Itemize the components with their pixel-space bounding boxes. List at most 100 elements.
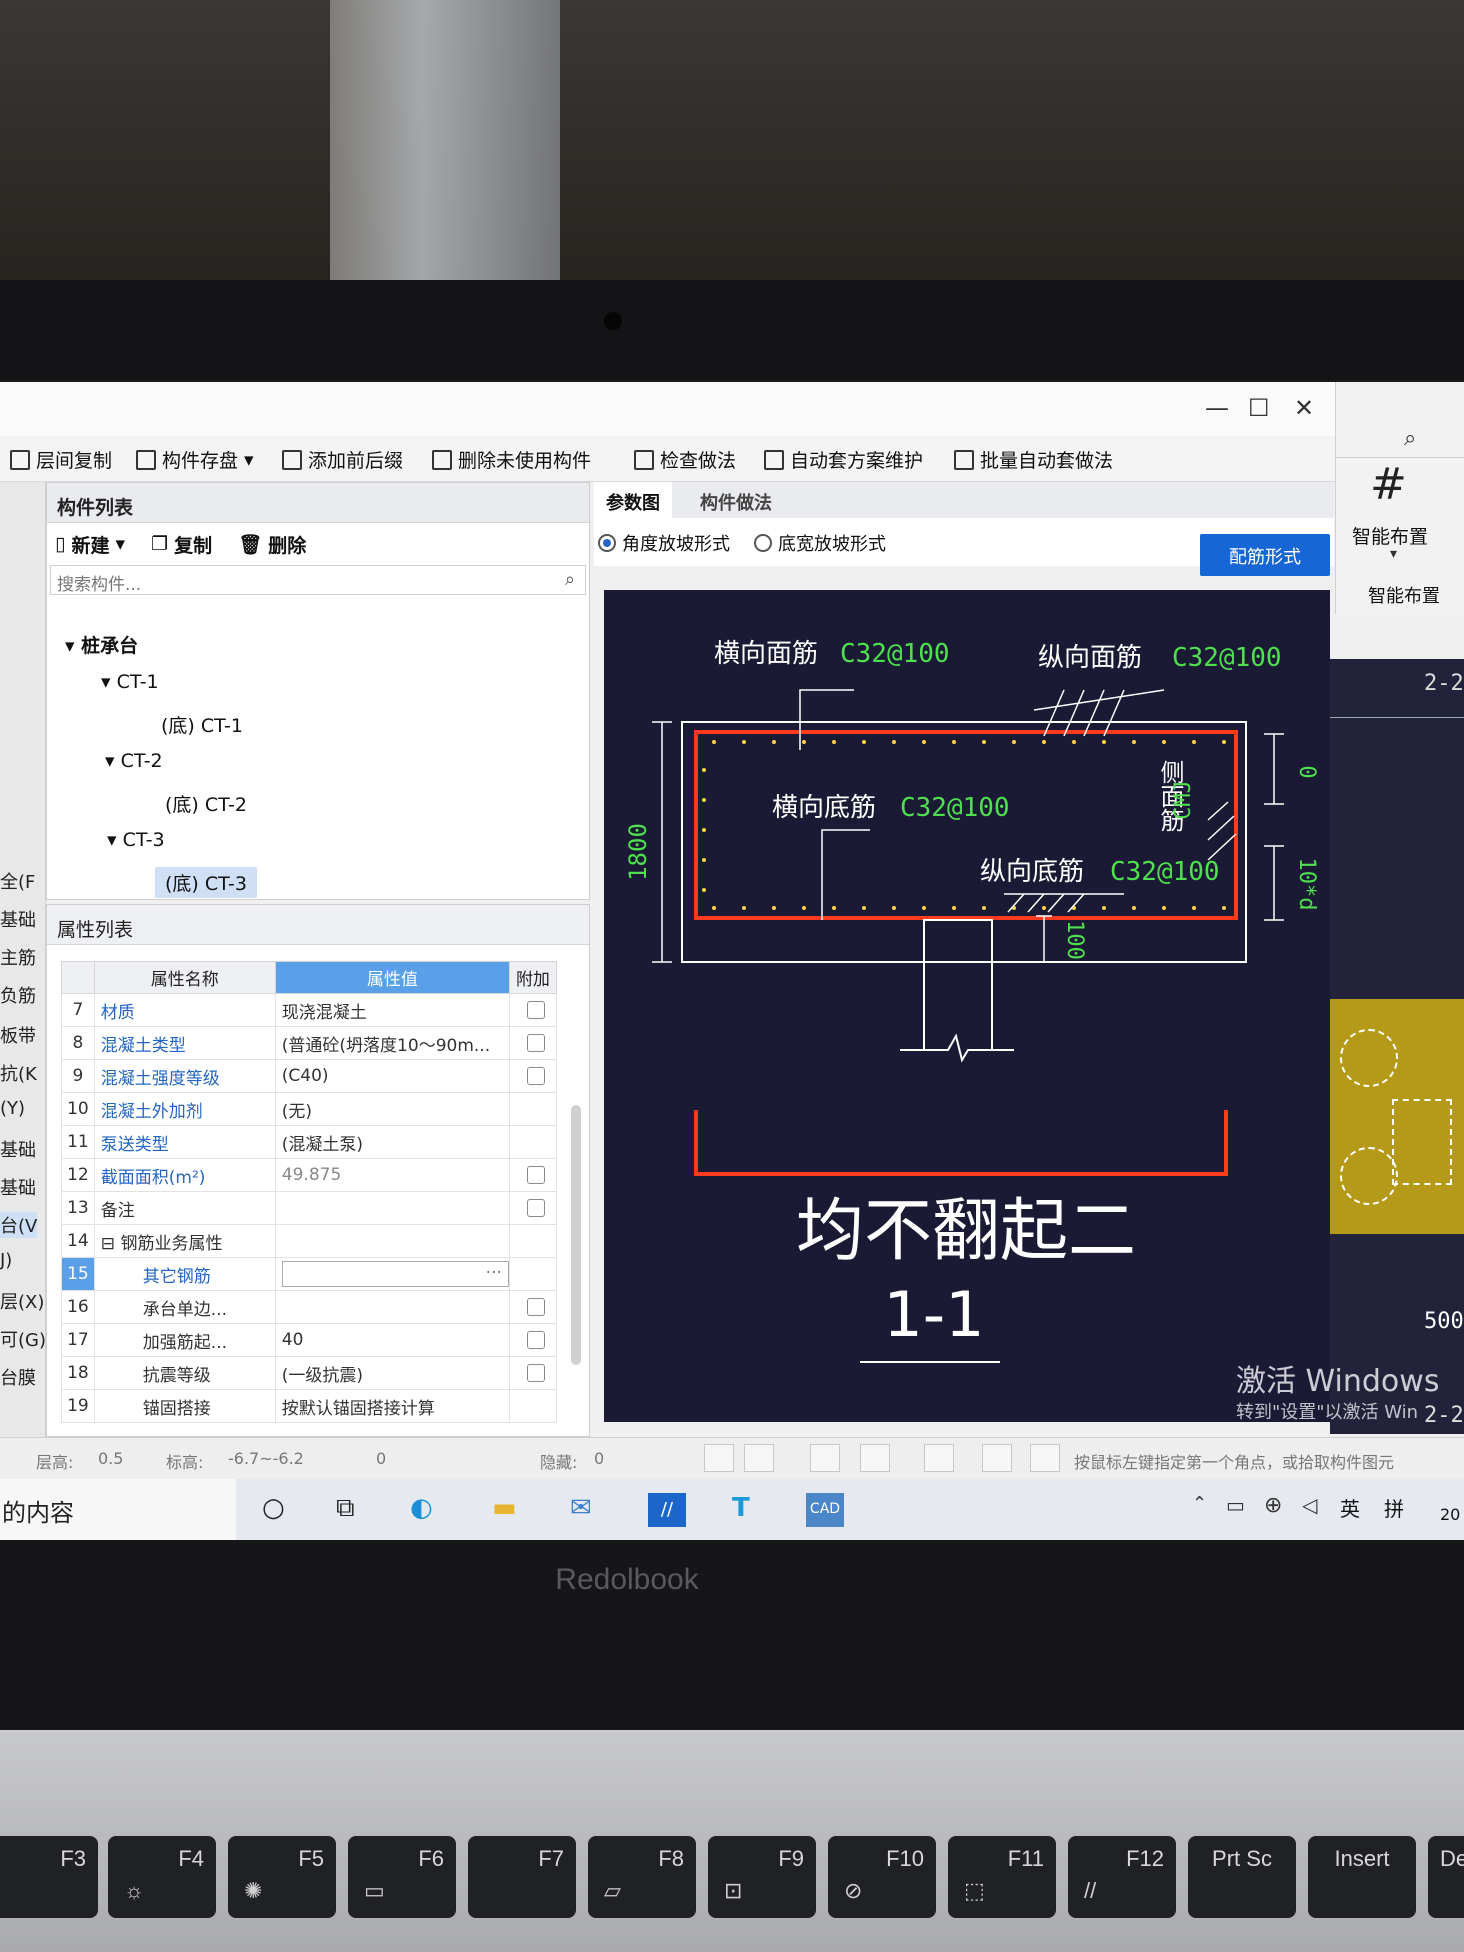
- key-f7[interactable]: F7: [468, 1836, 576, 1918]
- row-name[interactable]: 加强筋起...: [93, 1323, 276, 1357]
- toolbar-check-method-button[interactable]: 检查做法: [634, 446, 736, 473]
- row-name[interactable]: ⊟ 钢筋业务属性: [93, 1224, 276, 1258]
- tree-node-ct1[interactable]: ▾ CT-1: [101, 671, 159, 693]
- extra-checkbox[interactable]: [526, 1001, 545, 1019]
- minimize-button[interactable]: —: [1205, 394, 1229, 422]
- mail-icon[interactable]: ✉: [570, 1493, 592, 1523]
- snap-icon[interactable]: [982, 1444, 1012, 1472]
- row-value[interactable]: (无): [274, 1092, 510, 1126]
- edge-browser-icon[interactable]: ◐: [410, 1493, 433, 1523]
- tray-chevron-up-icon[interactable]: ⌃: [1192, 1493, 1207, 1514]
- row-name[interactable]: 材质: [93, 993, 276, 1027]
- maximize-button[interactable]: ☐: [1248, 394, 1270, 422]
- nav-item[interactable]: 基础: [0, 906, 36, 932]
- task-view-icon[interactable]: ⧉: [336, 1493, 355, 1524]
- network-globe-icon[interactable]: ⊕: [1264, 1493, 1282, 1518]
- ime-language[interactable]: 英: [1340, 1493, 1360, 1522]
- smart-search-bar[interactable]: ⌕: [1336, 422, 1464, 458]
- nav-item[interactable]: 基础: [0, 1174, 36, 1200]
- tree-node-ct2[interactable]: ▾ CT-2: [105, 750, 163, 772]
- tree-node-ct3-bottom-selected[interactable]: (底) CT-3: [155, 867, 257, 898]
- toolbar-batch-auto-button[interactable]: 批量自动套做法: [954, 446, 1113, 473]
- cortana-icon[interactable]: ○: [262, 1493, 285, 1523]
- close-button[interactable]: ✕: [1294, 394, 1314, 422]
- toolbar-save-component-button[interactable]: 构件存盘 ▾: [136, 446, 254, 473]
- toolbar-delete-unused-button[interactable]: 删除未使用构件: [432, 446, 591, 473]
- tab-parameter-diagram[interactable]: 参数图: [594, 482, 672, 518]
- ortho-icon[interactable]: [704, 1444, 734, 1472]
- row-name[interactable]: 抗震等级: [93, 1356, 276, 1390]
- radio-width-slope[interactable]: 底宽放坡形式: [754, 530, 886, 556]
- nav-item[interactable]: 全(F: [0, 868, 35, 894]
- row-value[interactable]: (普通砼(坍落度10～90m...: [274, 1026, 510, 1060]
- search-icon[interactable]: ⌕: [1404, 426, 1416, 451]
- angle-icon[interactable]: [860, 1444, 890, 1472]
- nav-item[interactable]: J): [0, 1250, 12, 1271]
- nav-item[interactable]: 负筋: [0, 982, 36, 1008]
- nav-item[interactable]: 层(X): [0, 1288, 44, 1314]
- row-value[interactable]: (混凝土泵): [274, 1125, 510, 1159]
- row-name[interactable]: 锚固搭接: [93, 1389, 276, 1423]
- key-f11[interactable]: F11 ⬚: [948, 1836, 1056, 1918]
- header-value[interactable]: 属性值: [274, 961, 510, 994]
- row-name[interactable]: 备注: [93, 1191, 276, 1225]
- nav-item[interactable]: 主筋: [0, 944, 36, 970]
- toolbar-floor-copy-button[interactable]: 层间复制: [10, 446, 112, 473]
- row-name[interactable]: 混凝土类型: [93, 1026, 276, 1060]
- extra-checkbox[interactable]: [526, 1034, 545, 1052]
- volume-icon[interactable]: ◁: [1302, 1493, 1317, 1517]
- toolbar-add-affix-button[interactable]: 添加前后缀: [282, 446, 403, 473]
- chevron-down-icon[interactable]: ▾: [244, 449, 254, 471]
- row-value-editing[interactable]: ···: [274, 1257, 510, 1291]
- chevron-down-icon[interactable]: ▾: [1390, 546, 1397, 562]
- rebar-form-button[interactable]: 配筋形式: [1200, 534, 1330, 576]
- key-f8[interactable]: F8 ▱: [588, 1836, 696, 1918]
- row-value[interactable]: 按默认锚固搭接计算: [274, 1389, 510, 1423]
- extra-checkbox[interactable]: [526, 1199, 545, 1217]
- row-name[interactable]: 混凝土外加剂: [93, 1092, 276, 1126]
- nav-item[interactable]: 台膜: [0, 1364, 36, 1390]
- copy-component-button[interactable]: ❐ 复制: [151, 531, 212, 558]
- nav-item[interactable]: 基础: [0, 1136, 36, 1162]
- key-insert[interactable]: Insert: [1308, 1836, 1416, 1918]
- row-value[interactable]: 40: [274, 1323, 510, 1357]
- row-value[interactable]: [274, 1290, 510, 1324]
- cross-icon[interactable]: [810, 1444, 840, 1472]
- extra-checkbox[interactable]: [526, 1298, 545, 1316]
- key-f12[interactable]: F12 //: [1068, 1836, 1176, 1918]
- tree-node-pile-cap[interactable]: ▾ 桩承台: [65, 631, 138, 658]
- search-icon[interactable]: ⌕: [565, 569, 575, 590]
- row-value[interactable]: 现浇混凝土: [274, 993, 510, 1027]
- file-explorer-icon[interactable]: ▬: [492, 1493, 517, 1523]
- tree-node-ct2-bottom[interactable]: (底) CT-2: [165, 790, 247, 817]
- nav-item[interactable]: 可(G): [0, 1326, 46, 1352]
- key-f10[interactable]: F10 ⊘: [828, 1836, 936, 1918]
- key-print-screen[interactable]: Prt Sc: [1188, 1836, 1296, 1918]
- row-name[interactable]: 承台单边...: [93, 1290, 276, 1324]
- extra-checkbox[interactable]: [526, 1331, 545, 1349]
- extra-checkbox[interactable]: [526, 1067, 545, 1085]
- row-value[interactable]: (C40): [274, 1059, 510, 1093]
- key-f9[interactable]: F9 ⊡: [708, 1836, 816, 1918]
- row-name[interactable]: 其它钢筋: [93, 1257, 276, 1291]
- property-scrollbar[interactable]: [571, 1105, 581, 1365]
- taskbar-search-box[interactable]: 的内容: [0, 1479, 236, 1540]
- extra-checkbox[interactable]: [526, 1364, 545, 1382]
- battery-icon[interactable]: ▭: [1226, 1493, 1245, 1517]
- key-f6[interactable]: F6 ▭: [348, 1836, 456, 1918]
- new-component-button[interactable]: ▯ 新建 ▾: [55, 531, 125, 558]
- key-delete[interactable]: Dele: [1428, 1836, 1464, 1918]
- toolbar-auto-scheme-button[interactable]: 自动套方案维护: [764, 446, 923, 473]
- row-value[interactable]: [274, 1191, 510, 1225]
- ime-mode[interactable]: 拼: [1384, 1493, 1404, 1522]
- radio-angle-slope[interactable]: 角度放坡形式: [598, 530, 730, 556]
- smart-layout-button[interactable]: 智能布置: [1352, 522, 1428, 549]
- delete-component-button[interactable]: 🗑 删除: [238, 531, 306, 558]
- dimension-icon[interactable]: [924, 1444, 954, 1472]
- extra-checkbox[interactable]: [526, 1166, 545, 1184]
- smart-layout-icon[interactable]: #: [1370, 460, 1420, 510]
- nav-item[interactable]: 抗(K: [0, 1060, 37, 1086]
- row-name[interactable]: 截面面积(m²): [93, 1158, 276, 1192]
- chevron-down-icon[interactable]: ▾: [115, 533, 125, 555]
- key-f4[interactable]: F4 ☼: [108, 1836, 216, 1918]
